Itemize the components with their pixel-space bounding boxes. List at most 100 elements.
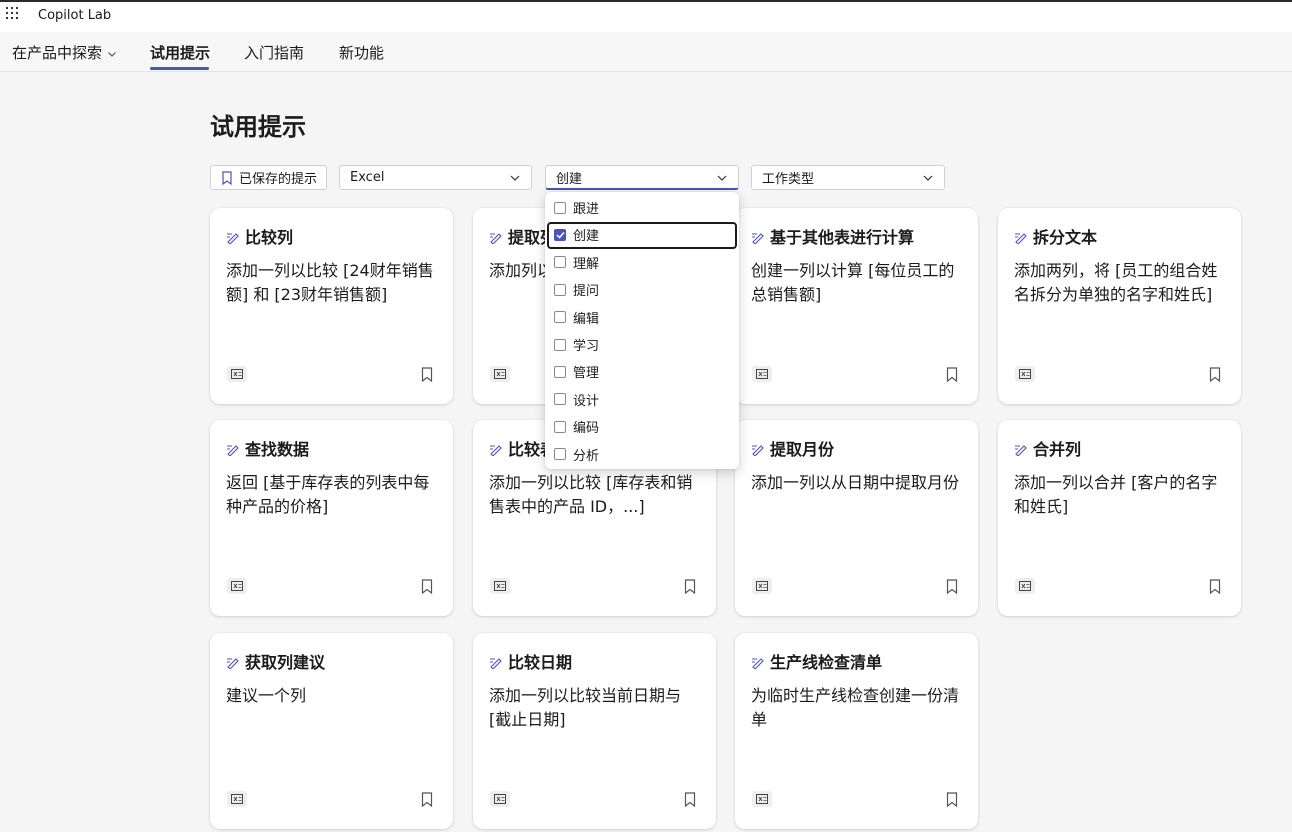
bookmark-icon[interactable] <box>421 792 433 807</box>
prompt-card[interactable]: 合并列添加一列以合并 [客户的名字和姓氏] <box>998 420 1241 616</box>
chevron-down-icon <box>510 175 520 181</box>
prompt-card[interactable]: 比较列 添加一列以比较 [24财年销售额] 和 [23财年销售额] <box>210 208 453 404</box>
card-title: 拆分文本 <box>1014 227 1227 248</box>
chevron-down-icon <box>108 51 116 57</box>
nav-getting-started[interactable]: 入门指南 <box>244 42 304 63</box>
task-filter-value: 创建 <box>556 171 583 187</box>
card-description: 建议一个列 <box>226 686 307 705</box>
card-title: 查找数据 <box>226 439 439 460</box>
card-description: 添加一列以合并 [客户的名字和姓氏] <box>1014 473 1218 516</box>
card-description: 添加一列以比较 [库存表和销售表中的产品 ID，...] <box>489 473 693 516</box>
excel-icon <box>227 791 247 807</box>
checkmark-icon <box>555 231 565 239</box>
task-option[interactable]: 提问 <box>545 276 739 303</box>
pen-sparkle-icon <box>227 658 239 669</box>
bookmark-icon[interactable] <box>946 792 958 807</box>
card-title-text: 基于其他表进行计算 <box>770 228 915 247</box>
bookmark-icon[interactable] <box>684 579 696 594</box>
task-option[interactable]: 编辑 <box>545 304 739 331</box>
task-option[interactable]: 编码 <box>545 413 739 440</box>
excel-icon <box>490 578 510 594</box>
prompt-card[interactable]: 生产线检查清单 为临时生产线检查创建一份清单 <box>735 633 978 829</box>
task-option-label: 分析 <box>573 448 600 464</box>
task-option-label: 设计 <box>573 393 600 409</box>
task-option[interactable]: 设计 <box>545 386 739 413</box>
task-option[interactable]: 分析 <box>545 441 739 468</box>
pen-sparkle-icon <box>490 658 502 669</box>
checkbox[interactable] <box>554 420 566 433</box>
bookmark-icon[interactable] <box>946 579 958 594</box>
pen-sparkle-icon <box>227 445 239 456</box>
task-option-label: 提问 <box>573 284 600 300</box>
nav-explore-in-product[interactable]: 在产品中探索 <box>12 42 117 63</box>
pen-sparkle-icon <box>1015 233 1027 244</box>
task-option[interactable]: 跟进 <box>545 194 739 221</box>
bookmark-icon[interactable] <box>421 367 433 382</box>
saved-prompts-label: 已保存的提示 <box>239 172 318 187</box>
top-nav: 在产品中探索 试用提示 入门指南 新功能 <box>0 32 1292 72</box>
nav-try-prompts[interactable]: 试用提示 <box>150 42 210 63</box>
checkbox[interactable] <box>554 393 566 406</box>
bookmark-icon[interactable] <box>1209 367 1221 382</box>
card-description: 添加一列以比较当前日期与 [截止日期] <box>489 686 682 729</box>
task-option-label: 学习 <box>573 339 600 354</box>
task-option-label: 理解 <box>573 256 600 272</box>
pen-sparkle-icon <box>227 233 239 244</box>
title-bar: Copilot Lab <box>0 0 1292 32</box>
bookmark-icon[interactable] <box>1209 579 1221 594</box>
task-option[interactable]: 管理 <box>545 358 739 385</box>
task-options-menu: 跟进创建理解提问编辑学习管理设计编码分析 <box>545 192 739 469</box>
card-title-text: 查找数据 <box>245 440 310 459</box>
card-title: 获取列建议 <box>226 652 439 673</box>
app-filter-dropdown[interactable]: Excel <box>339 165 532 190</box>
bookmark-icon[interactable] <box>946 367 958 382</box>
checkbox[interactable] <box>554 311 566 324</box>
saved-prompts-button[interactable]: 已保存的提示 <box>210 165 327 190</box>
pen-sparkle-icon <box>752 445 764 456</box>
card-title-text: 合并列 <box>1033 440 1082 459</box>
card-title: 比较日期 <box>489 652 702 673</box>
pen-sparkle-icon <box>1015 445 1027 456</box>
excel-icon <box>752 791 772 807</box>
bookmark-icon[interactable] <box>421 579 433 594</box>
prompt-card[interactable]: 比较日期添加一列以比较当前日期与 [截止日期] <box>473 633 716 829</box>
prompt-card[interactable]: 提取月份添加一列以从日期中提取月份 <box>735 420 978 616</box>
checkbox[interactable] <box>554 256 566 269</box>
card-title: 提取月份 <box>751 439 964 460</box>
app-launcher-icon[interactable] <box>6 7 20 21</box>
task-filter-dropdown[interactable]: 创建 <box>545 165 739 190</box>
card-description: 创建一列以计算 [每位员工的总销售额] <box>751 261 955 304</box>
task-option-label: 跟进 <box>573 202 600 217</box>
page-title: 试用提示 <box>210 113 306 141</box>
pen-sparkle-icon <box>490 445 502 456</box>
task-option-label: 编辑 <box>573 311 600 327</box>
task-option-label: 管理 <box>573 366 600 382</box>
card-description: 添加一列以从日期中提取月份 <box>751 473 960 492</box>
job-type-filter-dropdown[interactable]: 工作类型 <box>751 165 945 190</box>
prompt-card[interactable]: 获取列建议建议一个列 <box>210 633 453 829</box>
excel-icon <box>1015 578 1035 594</box>
pen-sparkle-icon <box>490 233 502 244</box>
card-title: 基于其他表进行计算 <box>751 227 964 248</box>
pen-sparkle-icon <box>752 658 764 669</box>
checkbox[interactable] <box>554 228 566 241</box>
prompt-card[interactable]: 拆分文本 添加两列，将 [员工的组合姓名拆分为单独的名字和姓氏] <box>998 208 1241 404</box>
checkbox[interactable] <box>554 283 566 296</box>
task-option[interactable]: 理解 <box>545 249 739 276</box>
prompt-card[interactable]: 查找数据返回 [基于库存表的列表中每种产品的价格] <box>210 420 453 616</box>
task-option[interactable]: 学习 <box>545 331 739 358</box>
bookmark-icon <box>222 170 232 185</box>
checkbox[interactable] <box>554 448 566 461</box>
card-description: 返回 [基于库存表的列表中每种产品的价格] <box>226 473 430 516</box>
checkbox[interactable] <box>554 365 566 378</box>
card-description: 添加一列以比较 [24财年销售额] 和 [23财年销售额] <box>226 261 434 304</box>
excel-icon <box>752 366 772 382</box>
excel-icon <box>227 578 247 594</box>
task-option[interactable]: 创建 <box>545 221 739 248</box>
checkbox[interactable] <box>554 201 566 214</box>
excel-icon <box>227 366 247 382</box>
checkbox[interactable] <box>554 338 566 351</box>
nav-whats-new[interactable]: 新功能 <box>339 42 384 63</box>
bookmark-icon[interactable] <box>684 792 696 807</box>
prompt-card[interactable]: 基于其他表进行计算创建一列以计算 [每位员工的总销售额] <box>735 208 978 404</box>
